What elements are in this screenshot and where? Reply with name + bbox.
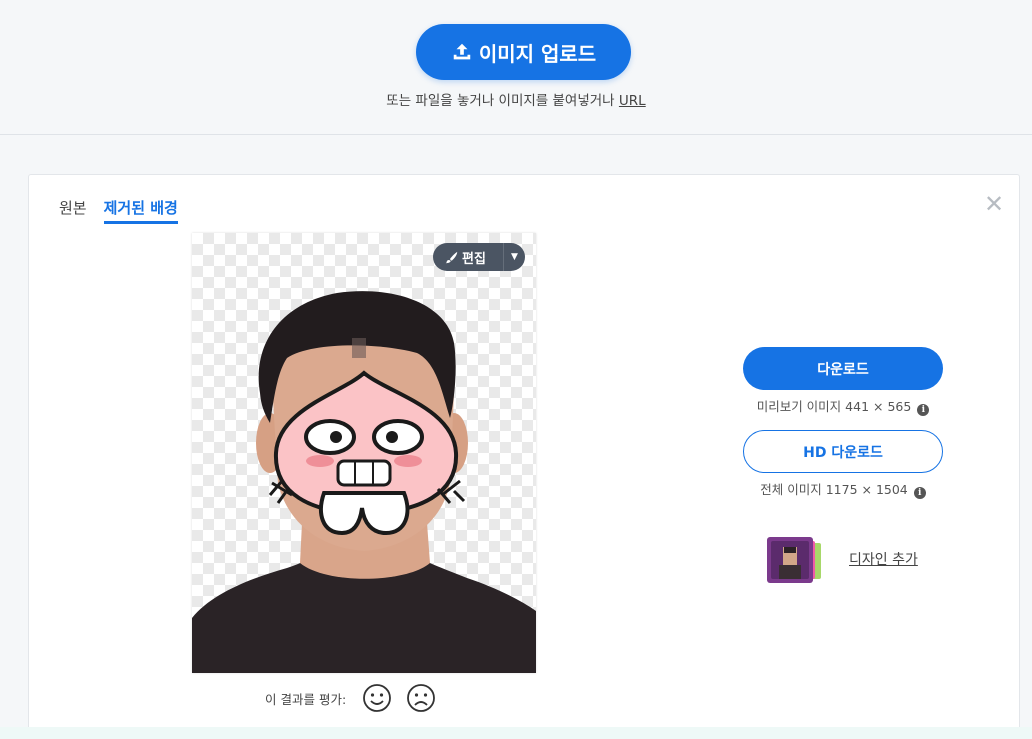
preview-image-info: 미리보기 이미지 441 × 565 i: [743, 396, 943, 416]
info-icon[interactable]: i: [913, 487, 926, 499]
info-icon[interactable]: i: [917, 404, 930, 416]
hd-info-size: 1175 × 1504: [825, 482, 908, 497]
upload-image-button[interactable]: 이미지 업로드: [416, 24, 631, 80]
hd-info-label: 전체 이미지: [760, 482, 822, 497]
caret-down-icon[interactable]: ▼: [503, 243, 525, 271]
preview-info-label: 미리보기 이미지: [756, 399, 842, 414]
tab-original[interactable]: 원본: [59, 197, 87, 224]
upload-hint-text: 또는 파일을 놓거나 이미지를 붙여넣거나: [386, 93, 615, 109]
hd-download-button[interactable]: HD 다운로드: [743, 430, 943, 473]
add-design-label[interactable]: 디자인 추가: [849, 549, 918, 569]
add-design-link[interactable]: 디자인 추가: [767, 535, 918, 583]
bottom-strip: [0, 727, 1032, 739]
close-icon[interactable]: ✕: [983, 192, 1005, 216]
view-tabs: 원본 제거된 배경: [59, 197, 178, 224]
url-link[interactable]: URL: [619, 93, 646, 109]
frown-icon[interactable]: [406, 683, 436, 713]
edit-button[interactable]: 편집 ▼: [433, 243, 525, 271]
upload-hint: 또는 파일을 놓거나 이미지를 붙여넣거나 URL: [0, 89, 1032, 109]
rating-section: 이 결과를 평가:: [265, 683, 436, 713]
result-card: ✕ 원본 제거된 배경 편집 ▼ 이 결과를 평가: 다운로드 미리보기 이미지…: [28, 174, 1020, 739]
tab-removed-background[interactable]: 제거된 배경: [103, 197, 178, 224]
edit-label: 편집: [462, 251, 486, 267]
preview-info-size: 441 × 565: [845, 399, 912, 414]
result-preview-image[interactable]: 편집 ▼: [192, 233, 536, 673]
design-thumbnails: [767, 535, 841, 583]
design-thumbnail-stack-icon: [767, 537, 821, 583]
edit-main[interactable]: 편집: [433, 248, 503, 267]
brush-icon: [445, 251, 458, 263]
upload-icon: [453, 43, 471, 60]
download-button[interactable]: 다운로드: [743, 347, 943, 390]
upload-button-label: 이미지 업로드: [478, 41, 597, 66]
portrait-cutout: [192, 291, 536, 673]
smiley-icon[interactable]: [362, 683, 392, 713]
upload-section: 이미지 업로드 또는 파일을 놓거나 이미지를 붙여넣거나 URL: [0, 0, 1032, 135]
rating-label: 이 결과를 평가:: [265, 691, 347, 707]
hd-image-info: 전체 이미지 1175 × 1504 i: [743, 479, 943, 499]
